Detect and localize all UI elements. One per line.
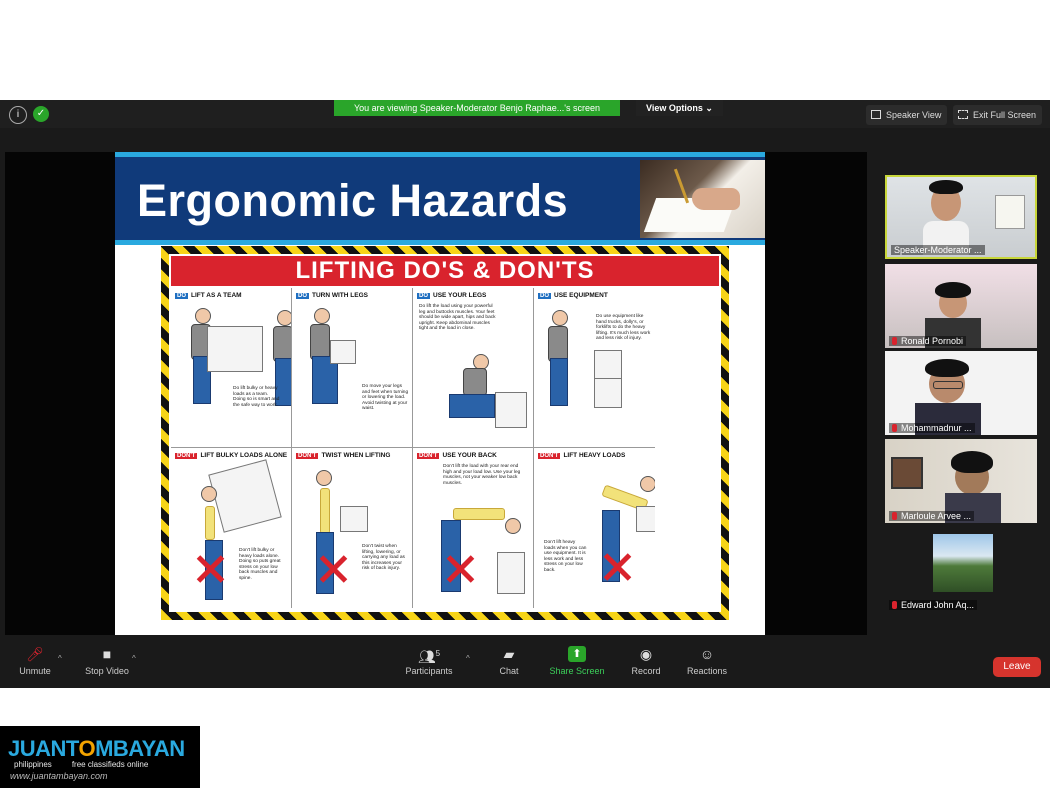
participant-name: Ronald Pornobi (889, 336, 967, 346)
panel-twist-when-lifting: DON'T TWIST WHEN LIFTING Don't twist when… (292, 448, 413, 608)
video-tile-participant[interactable]: Ronald Pornobi (885, 264, 1037, 348)
muted-mic-icon (892, 512, 897, 520)
exit-fullscreen-button[interactable]: Exit Full Screen (953, 105, 1043, 125)
video-tile-participant[interactable]: Edward John Aq... (885, 528, 1037, 612)
panel-lift-heavy-loads: DON'T LIFT HEAVY LOADS Don't lift heavy l… (534, 448, 655, 608)
share-screen-icon: ⬆ (568, 646, 586, 662)
panel-use-equipment: DO USE EQUIPMENT Do use equipment like ha… (534, 288, 655, 448)
record-label: Record (631, 666, 661, 676)
poster-title: LIFTING DO'S & DON'TS (171, 256, 719, 286)
juantambayan-logo: JUANTOMBAYAN philippines free classifieds… (0, 726, 200, 788)
logo-url: www.juantambayan.com (10, 771, 108, 781)
reactions-label: Reactions (686, 666, 728, 676)
shared-screen: Ergonomic Hazards LIFTING DO'S & DON'TS … (5, 152, 867, 635)
muted-mic-icon (892, 337, 897, 345)
panel-heading: TURN WITH LEGS (312, 292, 368, 299)
view-options-button[interactable]: View Options ⌄ (636, 100, 723, 116)
muted-mic-icon (892, 601, 897, 609)
writing-hand-photo (640, 160, 765, 238)
leave-button[interactable]: Leave (993, 657, 1041, 677)
participant-name: Edward John Aq... (889, 600, 978, 610)
panel-heading: TWIST WHEN LIFTING (321, 452, 391, 459)
zoom-window: i ✓ You are viewing Speaker-Moderator Be… (0, 100, 1050, 688)
participant-name: Marloule Arvee ... (889, 511, 975, 521)
exit-fullscreen-icon (958, 110, 968, 119)
slide-stripe (115, 240, 765, 245)
record-icon: ◉ (639, 646, 653, 662)
do-tag: DO (175, 293, 188, 299)
chat-bubble-icon: ▰ (503, 646, 515, 662)
video-tile-speaker[interactable]: Speaker-Moderator ... (885, 175, 1037, 259)
panel-lift-bulky-alone: DON'T LIFT BULKY LOADS ALONE Don't lift b… (171, 448, 292, 608)
meeting-controls: 🎤︎ Unmute ^ ■ Stop Video ^ 👥︎5 Participa… (0, 640, 1050, 688)
panel-text: Don't lift the load with your rear end h… (443, 464, 521, 486)
panel-heading: LIFT HEAVY LOADS (563, 452, 626, 459)
screen-share-banner: You are viewing Speaker-Moderator Benjo … (334, 100, 620, 116)
share-screen-label: Share Screen (549, 666, 605, 676)
record-button[interactable]: ◉ Record (611, 646, 681, 676)
panel-use-your-legs: DO USE YOUR LEGS Do lift the load using y… (413, 288, 534, 448)
top-bar: i ✓ You are viewing Speaker-Moderator Be… (0, 100, 1050, 128)
participant-name: Mohammadnur ... (889, 423, 975, 433)
hazard-poster: LIFTING DO'S & DON'TS DOLIFT AS A TEAM (161, 246, 729, 620)
dont-tag: DON'T (417, 453, 440, 459)
slide-title: Ergonomic Hazards (137, 175, 569, 226)
x-mark-icon (195, 554, 225, 584)
panel-text: Do move your legs and feet when turning … (362, 384, 409, 412)
audio-options-caret[interactable]: ^ (58, 654, 62, 663)
shield-check-icon[interactable]: ✓ (33, 106, 49, 122)
panel-text: Don't twist when lifting, lowering, or c… (362, 544, 405, 572)
do-tag: DO (296, 293, 309, 299)
panel-text: Don't lift bulky or heavy loads alone. D… (239, 548, 281, 581)
panel-text: Do lift the load using your powerful leg… (419, 304, 496, 332)
share-screen-button[interactable]: ⬆ Share Screen (542, 646, 612, 676)
unmute-label: Unmute (19, 666, 51, 676)
stop-video-label: Stop Video (85, 666, 129, 676)
logo-tagline: philippines free classifieds online (14, 760, 149, 769)
presentation-slide: Ergonomic Hazards LIFTING DO'S & DON'TS … (115, 152, 765, 635)
participants-icon: 👥︎5 (417, 648, 441, 665)
dont-tag: DON'T (296, 453, 319, 459)
reactions-icon: ☺ (699, 646, 715, 662)
profile-picture (933, 534, 993, 592)
video-tile-participant[interactable]: Marloule Arvee ... (885, 439, 1037, 523)
speaker-view-label: Speaker View (886, 110, 942, 120)
reactions-button[interactable]: ☺ Reactions (672, 646, 742, 676)
speaker-view-button[interactable]: Speaker View (866, 105, 948, 125)
participants-options-caret[interactable]: ^ (466, 654, 470, 663)
panel-heading: LIFT AS A TEAM (191, 292, 242, 299)
info-icon[interactable]: i (9, 106, 27, 124)
participants-button[interactable]: 👥︎5 Participants (394, 646, 464, 676)
video-options-caret[interactable]: ^ (132, 654, 136, 663)
panel-text: Don't lift heavy loads when you can use … (544, 540, 587, 573)
panel-heading: USE EQUIPMENT (554, 292, 608, 299)
exit-fullscreen-label: Exit Full Screen (973, 110, 1037, 120)
chat-button[interactable]: ▰ Chat (474, 646, 544, 676)
x-mark-icon (445, 554, 475, 584)
logo-brand: JUANTOMBAYAN (8, 736, 185, 761)
speaker-view-icon (871, 110, 881, 119)
do-tag: DO (538, 293, 551, 299)
x-mark-icon (602, 552, 632, 582)
slide-header: Ergonomic Hazards (115, 152, 765, 240)
panel-turn-with-legs: DO TURN WITH LEGS Do move your legs and f… (292, 288, 413, 448)
video-tile-participant[interactable]: Mohammadnur ... (885, 351, 1037, 435)
panel-use-your-back: DON'T USE YOUR BACK Don't lift the load w… (413, 448, 534, 608)
dont-tag: DON'T (175, 453, 198, 459)
panel-lift-as-team: DO LIFT AS A TEAM Do lift bulky or heavy … (171, 288, 292, 448)
panel-text: Do lift bulky or heavy loads as a team. … (233, 386, 280, 408)
panel-heading: USE YOUR BACK (442, 452, 497, 459)
panel-heading: USE YOUR LEGS (433, 292, 487, 299)
chat-label: Chat (499, 666, 519, 676)
participants-count: 5 (435, 649, 441, 658)
dont-tag: DON'T (538, 453, 561, 459)
panel-heading: LIFT BULKY LOADS ALONE (200, 452, 288, 459)
panel-text: Do use equipment like hand trucks, dolly… (596, 314, 651, 342)
do-tag: DO (417, 293, 430, 299)
muted-mic-icon (892, 424, 897, 432)
participant-name: Speaker-Moderator ... (891, 245, 985, 255)
participants-label: Participants (405, 666, 453, 676)
x-mark-icon (318, 554, 348, 584)
